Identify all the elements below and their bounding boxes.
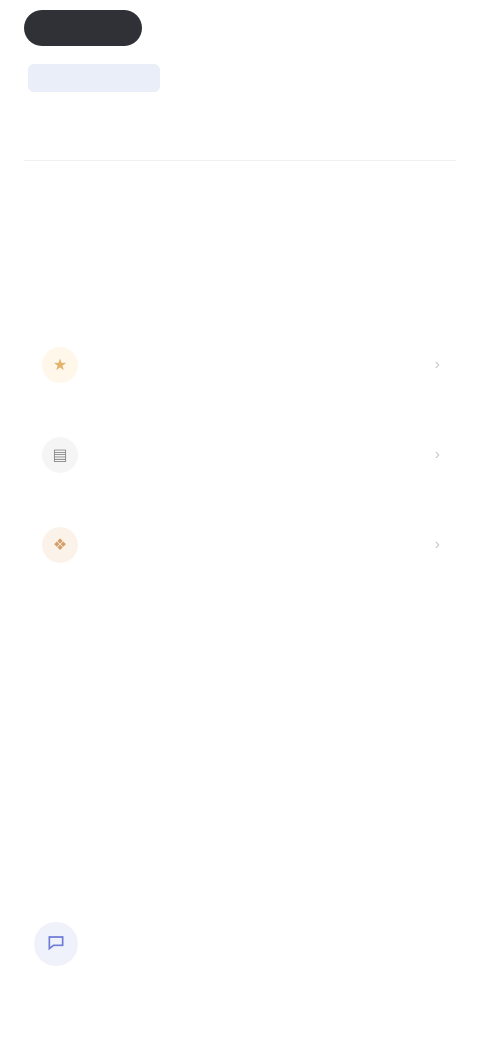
chevron-right-icon: › xyxy=(434,356,440,373)
subnav-tab[interactable] xyxy=(28,64,160,92)
chat-icon xyxy=(46,932,66,957)
star-icon: ★ xyxy=(42,347,78,383)
chat-button[interactable] xyxy=(34,922,78,966)
bookmark-icon: ❖ xyxy=(42,527,78,563)
language-toggle[interactable] xyxy=(356,20,452,42)
chevron-right-icon: › xyxy=(434,536,440,553)
chevron-right-icon: › xyxy=(434,446,440,463)
list-item[interactable]: ❖ › xyxy=(24,500,456,590)
list-item[interactable]: ▤ › xyxy=(24,410,456,500)
top-bar xyxy=(0,0,480,70)
option-list: ★ › ▤ › ❖ › xyxy=(24,320,456,590)
list-item[interactable]: ★ › xyxy=(24,320,456,410)
logo[interactable] xyxy=(24,10,142,46)
chart-icon: ▤ xyxy=(42,437,78,473)
divider xyxy=(24,160,456,161)
